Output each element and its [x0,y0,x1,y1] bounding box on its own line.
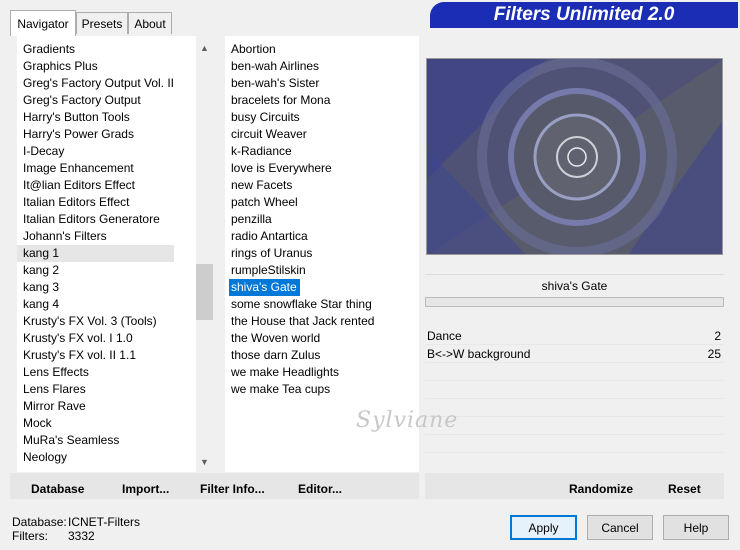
watermark-signature: Sylviane [356,408,459,433]
category-item[interactable]: Krusty's FX vol. II 1.1 [17,347,174,364]
filter-item[interactable]: patch Wheel [225,194,374,211]
param-row-empty [425,418,724,435]
chevron-down-icon[interactable]: ▼ [196,453,213,470]
category-item[interactable]: Lens Effects [17,364,174,381]
filter-item[interactable]: the Woven world [225,330,374,347]
param-row-empty [425,364,724,381]
category-item[interactable]: MuRa's Seamless [17,432,174,449]
tab-navigator[interactable]: Navigator [10,10,76,36]
chevron-up-icon[interactable]: ▲ [196,39,213,56]
database-button[interactable]: Database [31,482,84,496]
filter-item[interactable]: we make Tea cups [225,381,374,398]
scroll-thumb[interactable] [196,264,213,320]
app-title: Filters Unlimited 2.0 [430,2,738,28]
filters-value: 3332 [68,529,95,543]
selected-filter-name: shiva's Gate [425,274,724,296]
category-item[interactable]: It@lian Editors Effect [17,177,174,194]
preview-image [426,58,723,255]
database-value: ICNET-Filters [68,515,140,529]
progress-bar [425,297,724,307]
param-label: Dance [427,329,462,343]
filter-info-button[interactable]: Filter Info... [200,482,265,496]
filters-label: Filters: [12,529,48,543]
filter-item[interactable]: those darn Zulus [225,347,374,364]
category-item[interactable]: Gradients [17,41,174,58]
category-item[interactable]: Greg's Factory Output Vol. II [17,75,174,92]
category-item[interactable]: kang 4 [17,296,174,313]
category-item[interactable]: Mock [17,415,174,432]
filter-item[interactable]: ben-wah's Sister [225,75,374,92]
category-item[interactable]: Johann's Filters [17,228,174,245]
filter-list[interactable]: Abortion ben-wah Airlines ben-wah's Sister… [225,36,419,472]
category-item[interactable]: Image Enhancement [17,160,174,177]
filter-item[interactable]: rumpleStilskin [225,262,374,279]
help-button[interactable]: Help [663,515,729,540]
param-value[interactable]: 25 [708,346,721,363]
apply-button[interactable]: Apply [510,515,577,540]
category-item[interactable]: Harry's Button Tools [17,109,174,126]
category-list[interactable]: Gradients Graphics Plus Greg's Factory Out… [17,36,213,472]
category-item[interactable]: Krusty's FX Vol. 3 (Tools) [17,313,174,330]
editor-button[interactable]: Editor... [298,482,342,496]
filter-item[interactable]: love is Everywhere [225,160,374,177]
category-item[interactable]: Italian Editors Effect [17,194,174,211]
filter-item[interactable]: Abortion [225,41,374,58]
param-value[interactable]: 2 [714,328,721,345]
filter-item[interactable]: some snowflake Star thing [225,296,374,313]
category-items: Gradients Graphics Plus Greg's Factory Out… [17,41,175,466]
database-status: Database: ICNET-Filters [12,515,140,529]
cancel-button[interactable]: Cancel [587,515,653,540]
tab-presets[interactable]: Presets [76,12,128,34]
filter-item[interactable]: rings of Uranus [225,245,374,262]
category-item[interactable]: Graphics Plus [17,58,174,75]
filter-item[interactable]: circuit Weaver [225,126,374,143]
filter-item[interactable]: k-Radiance [225,143,374,160]
category-item[interactable]: kang 3 [17,279,174,296]
filter-item[interactable]: ben-wah Airlines [225,58,374,75]
param-row-empty [425,382,724,399]
param-row-empty [425,400,724,417]
category-item[interactable]: I-Decay [17,143,174,160]
filter-item[interactable]: shiva's Gate [229,279,300,296]
filter-items: Abortion ben-wah Airlines ben-wah's Sister… [225,41,374,398]
category-item[interactable]: Krusty's FX vol. I 1.0 [17,330,174,347]
filters-status: Filters: 3332 [12,529,95,543]
category-item[interactable]: Italian Editors Generatore [17,211,174,228]
reset-button[interactable]: Reset [668,482,701,496]
filter-item[interactable]: radio Antartica [225,228,374,245]
database-label: Database: [12,515,67,529]
category-item[interactable]: Mirror Rave [17,398,174,415]
randomize-button[interactable]: Randomize [569,482,633,496]
category-scrollbar[interactable]: ▲ ▼ [196,36,213,472]
filter-item[interactable]: we make Headlights [225,364,374,381]
param-row[interactable]: Dance 2 [425,328,724,345]
category-item[interactable]: kang 2 [17,262,174,279]
category-item[interactable]: Neology [17,449,174,466]
filter-item[interactable]: penzilla [225,211,374,228]
tab-about[interactable]: About [128,12,172,34]
param-label: B<->W background [427,347,531,361]
category-item[interactable]: Lens Flares [17,381,174,398]
category-item[interactable]: Harry's Power Grads [17,126,174,143]
param-row-empty [425,436,724,453]
filter-item[interactable]: busy Circuits [225,109,374,126]
filter-item[interactable]: the House that Jack rented [225,313,374,330]
import-button[interactable]: Import... [122,482,169,496]
param-row[interactable]: B<->W background 25 [425,346,724,363]
category-item[interactable]: Greg's Factory Output [17,92,174,109]
filter-item[interactable]: bracelets for Mona [225,92,374,109]
category-item[interactable]: kang 1 [17,245,175,262]
filter-item[interactable]: new Facets [225,177,374,194]
